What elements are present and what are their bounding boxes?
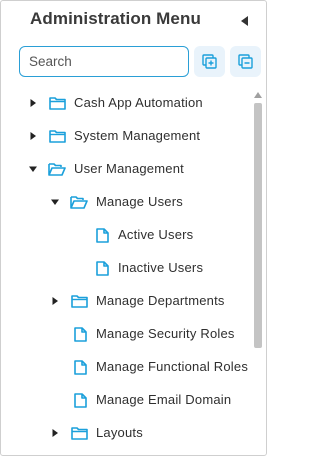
tree-node-label: Inactive Users — [118, 260, 204, 275]
caret-down-icon[interactable] — [50, 197, 60, 207]
folder-icon — [70, 293, 88, 309]
folder-open-icon — [70, 194, 88, 210]
document-icon — [71, 326, 89, 342]
scroll-up-button[interactable] — [253, 91, 263, 99]
tree-node[interactable]: Manage Departments — [1, 290, 251, 312]
folder-icon — [48, 128, 66, 144]
document-icon — [71, 359, 89, 375]
expand-all-button[interactable] — [194, 46, 225, 77]
folder-icon — [70, 425, 88, 441]
tree-node-label: User Management — [74, 161, 184, 176]
caret-right-icon[interactable] — [50, 428, 60, 438]
tree-node-label: Layouts — [96, 425, 143, 440]
tree-node[interactable]: Inactive Users — [1, 257, 251, 279]
tree-node[interactable]: Cash App Automation — [1, 92, 251, 114]
caret-left-icon — [241, 16, 248, 26]
administration-menu-panel: Administration Menu Cash App Automation S… — [0, 0, 267, 456]
scroll-up-arrow-icon — [254, 92, 262, 98]
search-box — [19, 46, 189, 77]
tree-node-label: Manage Email Domain — [96, 392, 232, 407]
caret-down-icon[interactable] — [28, 164, 38, 174]
document-icon — [93, 227, 111, 243]
tree-node-label: Cash App Automation — [74, 95, 203, 110]
caret-right-icon[interactable] — [28, 131, 38, 141]
caret-right-icon[interactable] — [50, 296, 60, 306]
panel-title: Administration Menu — [30, 9, 201, 28]
caret-right-icon[interactable] — [28, 98, 38, 108]
tree-node-label: Manage Users — [96, 194, 183, 209]
panel-header: Administration Menu — [1, 1, 266, 41]
collapse-all-icon — [237, 53, 253, 69]
folder-icon — [48, 95, 66, 111]
tree-node[interactable]: Manage Users — [1, 191, 251, 213]
tree-node-label: Manage Security Roles — [96, 326, 235, 341]
search-input[interactable] — [20, 47, 188, 76]
scroll-thumb[interactable] — [254, 103, 262, 348]
document-icon — [93, 260, 111, 276]
tree-node[interactable]: Layouts — [1, 422, 251, 444]
tree-node[interactable]: System Management — [1, 125, 251, 147]
tree-node-label: Manage Functional Roles — [96, 359, 249, 374]
tree-node[interactable]: User Management — [1, 158, 251, 180]
tree-node-label: System Management — [74, 128, 201, 143]
tree-node[interactable]: Manage Email Domain — [1, 389, 251, 411]
collapse-all-button[interactable] — [230, 46, 261, 77]
document-icon — [71, 392, 89, 408]
vertical-scrollbar[interactable] — [251, 88, 265, 454]
tree-node-label: Active Users — [118, 227, 194, 242]
tree-node[interactable]: Active Users — [1, 224, 251, 246]
tree-node[interactable]: Manage Security Roles — [1, 323, 251, 345]
expand-all-icon — [201, 53, 217, 69]
tree-node[interactable]: Manage Functional Roles — [1, 356, 251, 378]
folder-open-icon — [48, 161, 66, 177]
collapse-panel-button[interactable] — [238, 13, 252, 29]
tree-node-label: Manage Departments — [96, 293, 225, 308]
